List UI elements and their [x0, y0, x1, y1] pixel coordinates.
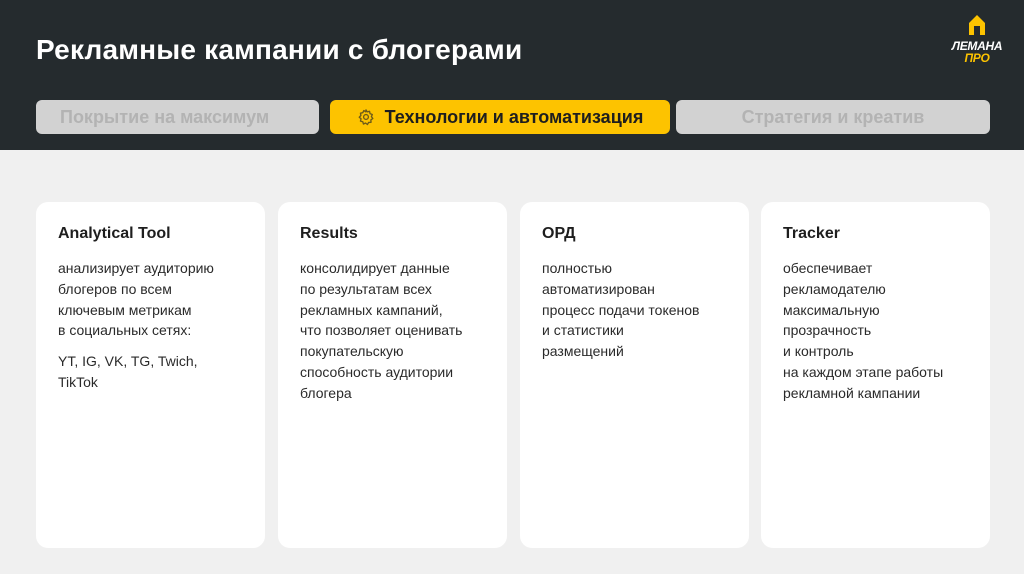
card-results: Results консолидирует данные по результа…: [278, 202, 507, 548]
page-title: Рекламные кампании с блогерами: [36, 34, 523, 65]
card-title: Analytical Tool: [58, 225, 171, 242]
tab-label: Стратегия и креатив: [741, 106, 925, 127]
tab-label: Покрытие на максимум: [60, 106, 270, 127]
card-text-line: и контроль: [783, 343, 854, 360]
card-text-line: блогеров по всем: [58, 280, 172, 297]
house-logo-icon: [969, 15, 985, 35]
card-text-line: прозрачность: [783, 322, 872, 339]
card-title: Tracker: [783, 225, 840, 242]
card-ord: ОРД полностью автоматизирован процесс по…: [520, 202, 749, 548]
card-text-line: YT, IG, VK, TG, Twich,: [58, 353, 198, 370]
card-text-line: по результатам всех: [300, 280, 432, 297]
card-text-line: рекламной кампании: [783, 384, 921, 401]
card-text-line: покупательскую: [300, 343, 404, 360]
card-text-line: на каждом этапе работы: [783, 363, 944, 380]
card-text-line: размещений: [542, 343, 624, 360]
card-text-line: в социальных сетях:: [58, 322, 192, 339]
tab-strategy[interactable]: Стратегия и креатив: [676, 100, 990, 134]
card-text-line: автоматизирован: [542, 280, 655, 297]
card-text-line: консолидирует данные: [300, 260, 450, 276]
gear-icon: [357, 108, 375, 126]
brand-logo: ЛЕМАНА ПРО: [946, 14, 1008, 66]
card-text-line: анализирует аудиторию: [58, 260, 214, 276]
card-title: ОРД: [542, 225, 576, 242]
card-tracker: Tracker обеспечивает рекламодателю макси…: [761, 202, 990, 548]
card-text-line: блогера: [300, 384, 352, 401]
logo-text-line2: ПРО: [964, 51, 990, 65]
card-text-line: ключевым метрикам: [58, 301, 192, 318]
card-platforms: YT, IG, VK, TG, Twich, TikTok: [58, 351, 245, 393]
card-text-line: и статистики: [542, 322, 624, 339]
card-text-line: процесс подачи токенов: [542, 301, 700, 318]
card-analytical-tool: Analytical Tool анализирует аудиторию бл…: [36, 202, 265, 548]
card-text-line: максимальную: [783, 301, 880, 318]
card-text-line: рекламодателю: [783, 280, 886, 297]
card-text-line: рекламных кампаний,: [300, 301, 443, 318]
card-text-line: TikTok: [58, 373, 98, 390]
card-text-line: обеспечивает: [783, 260, 873, 276]
card-text-line: полностью: [542, 260, 612, 276]
card-text-line: способность аудитории: [300, 363, 454, 380]
tab-technologies[interactable]: Технологии и автоматизация: [330, 100, 670, 134]
card-text-line: что позволяет оценивать: [300, 322, 463, 339]
tab-label: Технологии и автоматизация: [384, 106, 644, 127]
card-title: Results: [300, 225, 358, 242]
tab-coverage[interactable]: Покрытие на максимум: [36, 100, 319, 134]
